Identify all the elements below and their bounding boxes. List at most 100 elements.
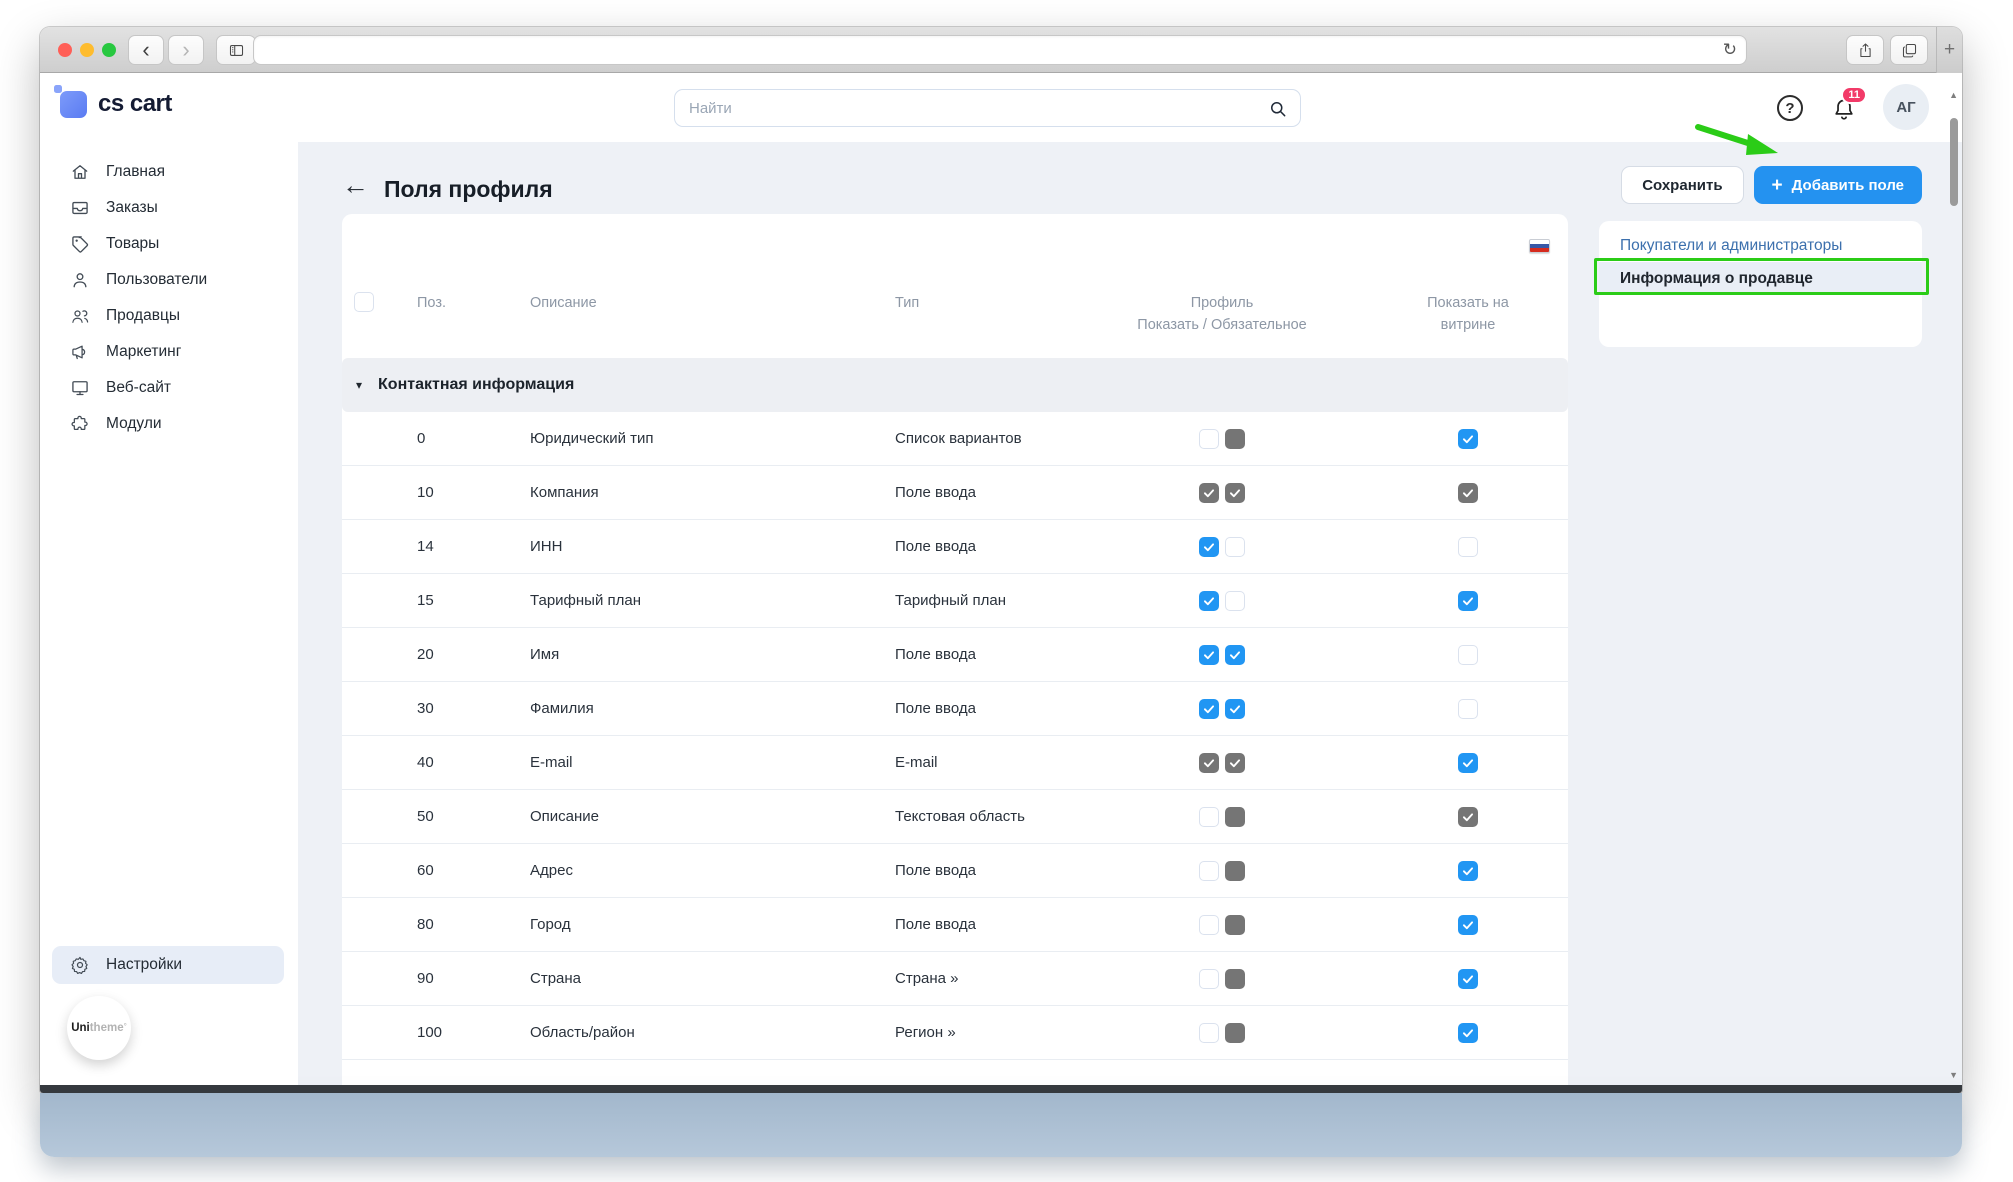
storefront-checkbox[interactable] <box>1458 537 1478 557</box>
profile-required-checkbox[interactable] <box>1225 429 1245 449</box>
sidebar-item[interactable]: Товары <box>40 226 298 262</box>
storefront-checkbox[interactable] <box>1458 753 1478 773</box>
row-description[interactable]: Описание <box>500 808 887 825</box>
minimize-window-button[interactable] <box>80 43 94 57</box>
browser-forward-button[interactable]: › <box>168 35 204 65</box>
address-bar[interactable]: ↻ <box>253 35 1747 65</box>
sidebar-item-settings[interactable]: Настройки <box>52 946 284 984</box>
profile-show-checkbox[interactable] <box>1199 861 1219 881</box>
storefront-checkbox[interactable] <box>1458 699 1478 719</box>
sidebar-item-label: Настройки <box>106 956 182 974</box>
address-input[interactable] <box>254 36 1746 64</box>
sidebar-item[interactable]: Маркетинг <box>40 334 298 370</box>
sidebar-item[interactable]: Главная <box>40 154 298 190</box>
help-button[interactable]: ? <box>1777 95 1803 121</box>
cscart-logo[interactable]: cs cart <box>60 90 172 118</box>
page-title: Поля профиля <box>384 176 553 203</box>
profile-required-checkbox[interactable] <box>1225 537 1245 557</box>
row-description[interactable]: Фамилия <box>500 700 887 717</box>
row-description[interactable]: Тарифный план <box>500 592 887 609</box>
collapse-caret-icon[interactable]: ▾ <box>356 378 362 392</box>
profile-required-checkbox[interactable] <box>1225 861 1245 881</box>
unitheme-logo[interactable]: Unitheme° <box>67 996 131 1060</box>
storefront-checkbox[interactable] <box>1458 483 1478 503</box>
row-description[interactable]: Юридический тип <box>500 430 887 447</box>
profile-required-checkbox[interactable] <box>1225 915 1245 935</box>
row-description[interactable]: Область/район <box>500 1024 887 1041</box>
refresh-icon[interactable]: ↻ <box>1723 40 1737 60</box>
back-arrow-icon[interactable]: ← <box>342 172 369 199</box>
profile-show-checkbox[interactable] <box>1199 429 1219 449</box>
profile-show-checkbox[interactable] <box>1199 753 1219 773</box>
profile-checkboxes <box>1132 699 1312 719</box>
scrollbar-thumb[interactable] <box>1950 118 1958 206</box>
storefront-checkbox[interactable] <box>1458 645 1478 665</box>
tab-customers-admins[interactable]: Покупатели и администраторы <box>1599 229 1922 262</box>
storefront-checkbox[interactable] <box>1458 429 1478 449</box>
storefront-checkbox[interactable] <box>1458 969 1478 989</box>
search-icon[interactable] <box>1268 99 1288 119</box>
sidebar-item[interactable]: Веб-сайт <box>40 370 298 406</box>
search-input[interactable] <box>675 90 1300 126</box>
storefront-checkbox[interactable] <box>1458 915 1478 935</box>
desktop-background-strip <box>40 1093 1962 1157</box>
browser-back-button[interactable]: ‹ <box>128 35 164 65</box>
profile-show-checkbox[interactable] <box>1199 969 1219 989</box>
notifications-button[interactable]: 11 <box>1831 96 1857 122</box>
sidebar-item[interactable]: Пользователи <box>40 262 298 298</box>
russia-flag-icon[interactable] <box>1529 239 1550 253</box>
profile-required-checkbox[interactable] <box>1225 807 1245 827</box>
profile-show-checkbox[interactable] <box>1199 1023 1219 1043</box>
row-description[interactable]: Компания <box>500 484 887 501</box>
sidebar-item-label: Модули <box>106 415 162 433</box>
storefront-checkbox[interactable] <box>1458 1023 1478 1043</box>
section-contact-information[interactable]: ▾ Контактная информация <box>342 358 1568 412</box>
close-window-button[interactable] <box>58 43 72 57</box>
save-button[interactable]: Сохранить <box>1621 166 1743 204</box>
storefront-checkbox[interactable] <box>1458 807 1478 827</box>
sidebar-item[interactable]: Заказы <box>40 190 298 226</box>
tab-overview-button[interactable] <box>1890 35 1928 65</box>
profile-required-checkbox[interactable] <box>1225 753 1245 773</box>
profile-show-checkbox[interactable] <box>1199 483 1219 503</box>
add-field-button[interactable]: + Добавить поле <box>1754 166 1922 204</box>
profile-required-checkbox[interactable] <box>1225 969 1245 989</box>
new-tab-button[interactable]: + <box>1936 27 1962 73</box>
scroll-down-arrow[interactable]: ▼ <box>1949 1070 1958 1080</box>
row-description[interactable]: Страна <box>500 970 887 987</box>
row-position: 40 <box>390 754 500 771</box>
profile-show-checkbox[interactable] <box>1199 537 1219 557</box>
profile-show-checkbox[interactable] <box>1199 915 1219 935</box>
user-avatar[interactable]: АГ <box>1883 84 1929 130</box>
profile-checkboxes <box>1132 1023 1312 1043</box>
storefront-checkbox-cell <box>1388 861 1548 881</box>
tab-vendor-information[interactable]: Информация о продавце <box>1599 262 1922 295</box>
profile-required-checkbox[interactable] <box>1225 645 1245 665</box>
select-all-checkbox[interactable] <box>354 292 374 312</box>
profile-required-checkbox[interactable] <box>1225 483 1245 503</box>
sidebar-item[interactable]: Модули <box>40 406 298 442</box>
global-search[interactable] <box>674 89 1301 127</box>
profile-show-checkbox[interactable] <box>1199 807 1219 827</box>
profile-checkboxes <box>1132 861 1312 881</box>
column-header-type: Тип <box>887 292 1132 314</box>
storefront-checkbox[interactable] <box>1458 591 1478 611</box>
storefront-checkbox-cell <box>1388 1023 1548 1043</box>
maximize-window-button[interactable] <box>102 43 116 57</box>
row-description[interactable]: Адрес <box>500 862 887 879</box>
storefront-checkbox[interactable] <box>1458 861 1478 881</box>
row-description[interactable]: ИНН <box>500 538 887 555</box>
sidebar-item[interactable]: Продавцы <box>40 298 298 334</box>
share-button[interactable] <box>1846 35 1884 65</box>
sidebar-toggle-button[interactable] <box>216 35 256 65</box>
profile-show-checkbox[interactable] <box>1199 645 1219 665</box>
profile-show-checkbox[interactable] <box>1199 591 1219 611</box>
row-description[interactable]: Имя <box>500 646 887 663</box>
row-description[interactable]: Город <box>500 916 887 933</box>
profile-required-checkbox[interactable] <box>1225 1023 1245 1043</box>
scroll-up-arrow[interactable]: ▲ <box>1949 90 1958 100</box>
profile-show-checkbox[interactable] <box>1199 699 1219 719</box>
profile-required-checkbox[interactable] <box>1225 699 1245 719</box>
profile-required-checkbox[interactable] <box>1225 591 1245 611</box>
row-description[interactable]: E-mail <box>500 754 887 771</box>
